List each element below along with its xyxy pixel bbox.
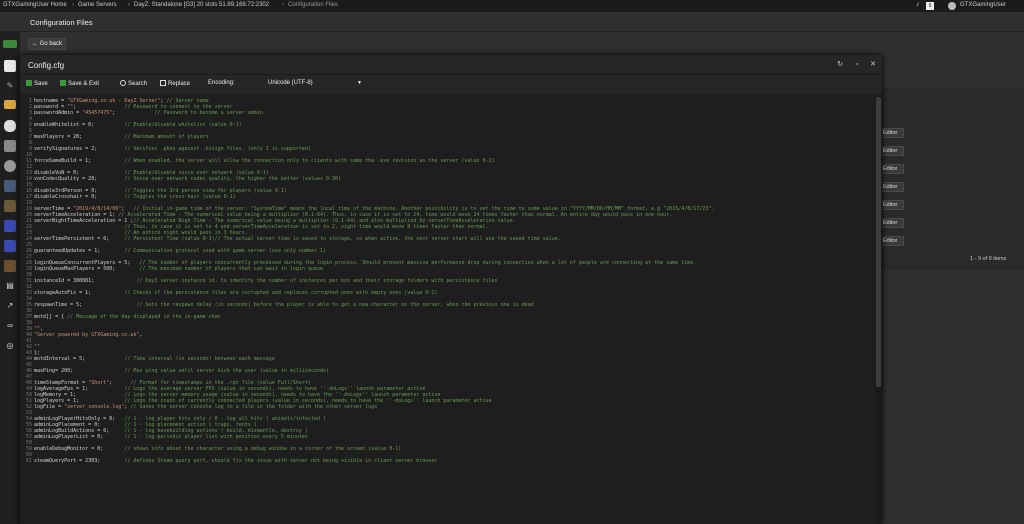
editor-toolbar: Save Save & Exit Search Replace Encoding… bbox=[20, 75, 882, 93]
binoculars-icon bbox=[120, 80, 126, 86]
encoding-select[interactable]: Unicode (UTF-8) ▼ bbox=[265, 79, 365, 89]
code-line[interactable]: 61 steamQueryPort = 2303; // defines Stea… bbox=[20, 458, 880, 464]
server-icon[interactable] bbox=[4, 180, 16, 192]
page-header: Configuration Files bbox=[0, 12, 1024, 32]
line-text: motd[] = { // Message of the day display… bbox=[34, 314, 221, 320]
scrollbar-thumb[interactable] bbox=[876, 97, 881, 387]
editor-button[interactable]: Editor bbox=[880, 236, 904, 246]
replace-icon bbox=[160, 80, 166, 86]
line-number: 61 bbox=[25, 458, 32, 464]
line-text: instanceId = 380081; // DayZ server inst… bbox=[34, 278, 498, 284]
line-text: motdInterval = 5; // Time interval (in s… bbox=[34, 356, 275, 362]
config-editor-modal: Config.cfg ↻ ▫ ✕ Save Save & Exit Search… bbox=[20, 55, 882, 524]
line-text: verifySignatures = 2; // Verifies .pbos … bbox=[34, 146, 311, 152]
modal-header: Config.cfg ↻ ▫ ✕ bbox=[20, 55, 882, 75]
modal-title: Config.cfg bbox=[28, 61, 65, 70]
line-text: storageAutoFix = 1; // Checks if the per… bbox=[34, 290, 438, 296]
search-label: Search bbox=[128, 81, 148, 87]
line-text: maxPlayers = 20; // Maximum amount of pl… bbox=[34, 134, 209, 140]
save-label: Save bbox=[34, 81, 48, 87]
save-icon bbox=[26, 80, 32, 86]
home-link[interactable]: GTXGamingUser Home bbox=[3, 2, 67, 8]
line-text: adminLogPlayerList = 0; // 1 - log perio… bbox=[34, 434, 308, 440]
line-text: respawnTime = 5; // Sets the respawn del… bbox=[34, 302, 534, 308]
server-link[interactable]: DayZ: Standalone [G3] 20 slots 51.89.169… bbox=[134, 2, 269, 8]
binoculars-icon[interactable]: ∞ bbox=[4, 320, 16, 332]
breadcrumb-current: Configuration Files bbox=[288, 2, 339, 8]
gamepad-icon[interactable] bbox=[3, 40, 17, 48]
trend-icon[interactable]: ↗ bbox=[4, 300, 16, 312]
terminal-icon[interactable] bbox=[4, 60, 16, 72]
database-icon[interactable] bbox=[4, 120, 16, 132]
editor-button[interactable]: Editor bbox=[880, 182, 904, 192]
breadcrumb-separator: › bbox=[128, 2, 130, 8]
breadcrumb-separator: › bbox=[282, 2, 284, 8]
line-text: guaranteedUpdates = 1; // Communication … bbox=[34, 248, 326, 254]
replace-button[interactable]: Replace bbox=[160, 80, 190, 87]
close-icon[interactable]: ✕ bbox=[869, 61, 877, 69]
username[interactable]: GTXGamingUser bbox=[960, 2, 1006, 8]
line-text: "Server powered by GTXGaming.co.uk", bbox=[34, 332, 143, 338]
save-icon bbox=[60, 80, 66, 86]
globe-icon[interactable]: ◎ bbox=[4, 340, 16, 352]
editor-button[interactable]: Editor bbox=[880, 146, 904, 156]
line-text: forceSameBuild = 1; // When enabled, the… bbox=[34, 158, 495, 164]
square-icon[interactable] bbox=[4, 240, 16, 252]
line-text: steamQueryPort = 2303; // defines Steam … bbox=[34, 458, 438, 464]
line-text: maxPing= 200; // Max ping value until se… bbox=[34, 368, 330, 374]
encoding-value: Unicode (UTF-8) bbox=[268, 80, 313, 86]
chart-icon[interactable]: ▤ bbox=[4, 280, 16, 292]
save-exit-label: Save & Exit bbox=[68, 81, 100, 87]
clock-icon[interactable] bbox=[4, 160, 16, 172]
breadcrumb-separator: › bbox=[72, 2, 74, 8]
notification-badge[interactable]: 9 bbox=[926, 2, 934, 10]
go-back-button[interactable]: ← Go back bbox=[28, 38, 66, 50]
line-text: enableDebugMonitor = 0; // shows info ab… bbox=[34, 446, 402, 452]
search-button[interactable]: Search bbox=[120, 80, 147, 87]
line-text: loginQueueMaxPlayers = 500; // The maxim… bbox=[34, 266, 323, 272]
maximize-icon[interactable]: ▫ bbox=[853, 61, 861, 69]
refresh-icon[interactable]: ↻ bbox=[836, 61, 844, 69]
go-back-label: Go back bbox=[39, 41, 63, 47]
line-text: disableCrosshair = 0; // Toggles the cro… bbox=[34, 194, 236, 200]
user-avatar[interactable] bbox=[948, 2, 956, 10]
pickaxe-icon[interactable] bbox=[4, 200, 16, 212]
code-content[interactable]: 1 hostname = "GTXGaming.co.uk - DayZ Serv… bbox=[20, 98, 880, 464]
line-text: logFile = "server_console.log"; // Saves… bbox=[34, 404, 378, 410]
page-title: Configuration Files bbox=[30, 18, 93, 27]
top-navigation-bar: GTXGamingUser Home › Game Servers › DayZ… bbox=[0, 0, 1024, 12]
code-editor[interactable]: 1 hostname = "GTXGaming.co.uk - DayZ Serv… bbox=[20, 95, 882, 524]
box-icon[interactable] bbox=[4, 260, 16, 272]
chevron-down-icon: ▼ bbox=[357, 80, 362, 86]
line-text: passwordAdmin = "45457475"; // Password … bbox=[34, 110, 263, 116]
save-exit-button[interactable]: Save & Exit bbox=[60, 80, 99, 87]
line-text: serverTimePersistent = 0; // Persistent … bbox=[34, 236, 561, 242]
bell-icon[interactable]: ♪ bbox=[916, 1, 920, 8]
pager-info: 1 - 9 of 9 items bbox=[970, 256, 1007, 262]
save-button[interactable]: Save bbox=[26, 80, 48, 87]
editor-button[interactable]: Editor bbox=[880, 128, 904, 138]
folder-icon[interactable] bbox=[4, 100, 16, 109]
wrench-icon[interactable]: ✎ bbox=[4, 80, 16, 92]
line-text: enableWhitelist = 0; // Enable/disable w… bbox=[34, 122, 242, 128]
editor-button[interactable]: Editor bbox=[880, 164, 904, 174]
puzzle-icon[interactable] bbox=[4, 220, 16, 232]
disk-icon[interactable] bbox=[4, 140, 16, 152]
encoding-label: Encoding: bbox=[208, 80, 235, 86]
sidebar: ✎ ▤ ↗ ∞ ◎ bbox=[0, 32, 20, 524]
line-text: vonCodecQuality = 20; // Voice over netw… bbox=[34, 176, 342, 182]
replace-label: Replace bbox=[168, 81, 191, 87]
editor-button[interactable]: Editor bbox=[880, 200, 904, 210]
game-servers-link[interactable]: Game Servers bbox=[78, 2, 117, 8]
editor-button[interactable]: Editor bbox=[880, 218, 904, 228]
